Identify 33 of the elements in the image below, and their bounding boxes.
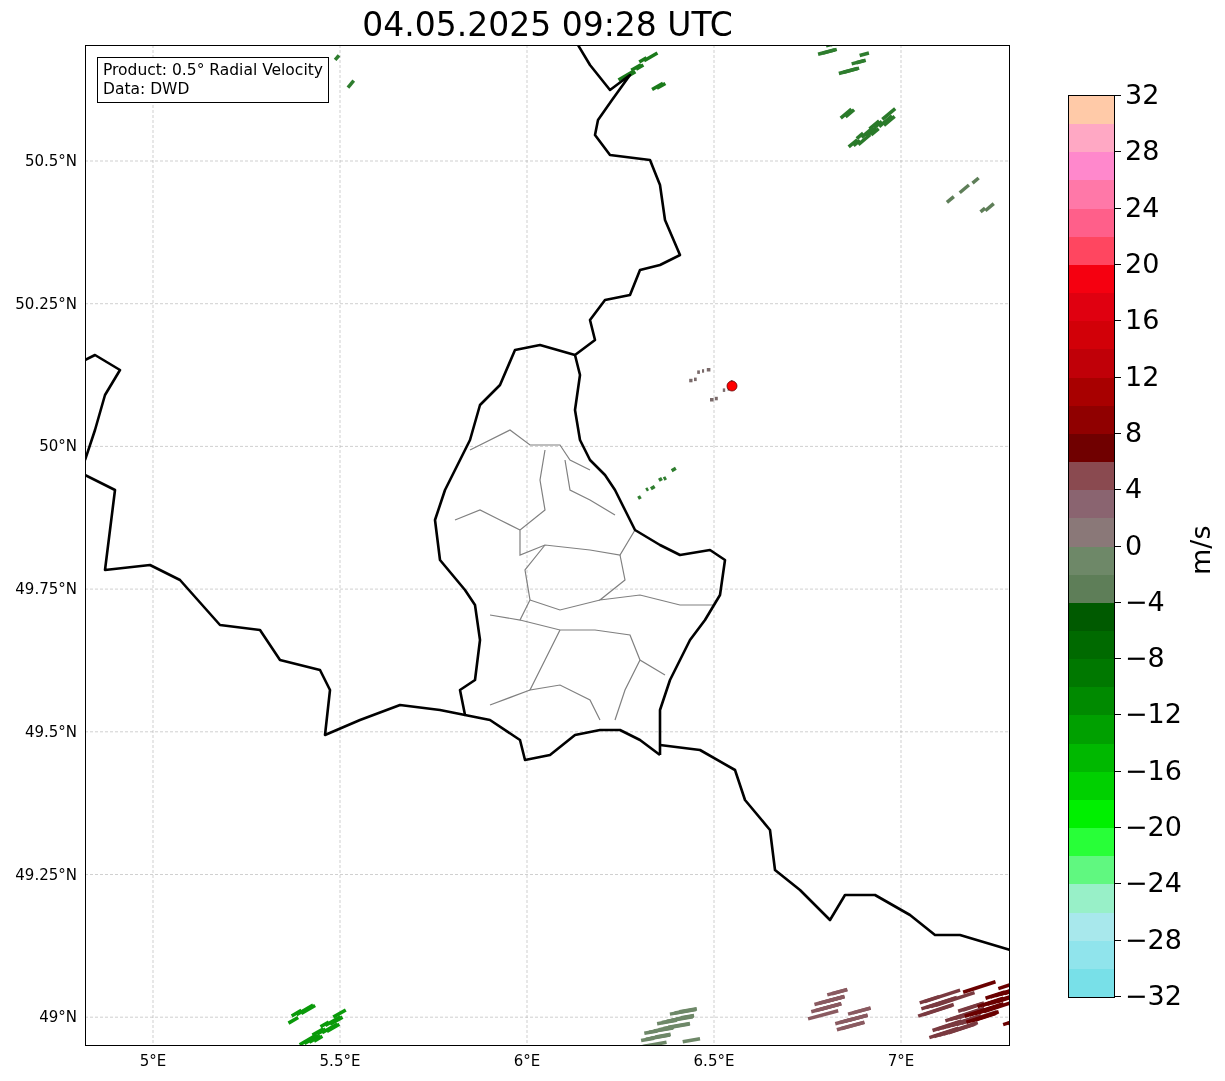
colorbar-label: −8 — [1115, 642, 1165, 675]
colorbar-label: 32 — [1115, 79, 1160, 111]
unit-label: m/s — [1185, 524, 1216, 575]
latitude-label: 50.25°N — [15, 294, 77, 313]
legend-text: Data: DWD — [103, 80, 191, 99]
chart-title: 04.05.2025 09:28 UTC — [362, 6, 733, 45]
latitude-label: 49°N — [39, 1008, 77, 1027]
longitude-label: 7°E — [887, 1052, 915, 1070]
colorbar-label: −12 — [1115, 698, 1182, 731]
colorbar-label: −4 — [1115, 585, 1165, 618]
latitude-label: 50°N — [39, 437, 77, 456]
colorbar-label: 0 — [1115, 529, 1143, 562]
legend-text: Product: 0.5° Radial Velocity — [103, 61, 323, 80]
colorbar-label: 8 — [1115, 416, 1143, 449]
colorbar-label: −24 — [1115, 867, 1182, 900]
longitude-label: 5.5°E — [319, 1052, 361, 1070]
latitude-label: 49.5°N — [24, 722, 77, 741]
latitude-label: 49.25°N — [15, 865, 77, 884]
longitude-label: 6°E — [513, 1052, 541, 1070]
colorbar-label: 20 — [1115, 247, 1160, 280]
longitude-label: 5°E — [139, 1052, 167, 1070]
colorbar-label: −28 — [1115, 923, 1182, 956]
latitude-label: 49.75°N — [15, 580, 77, 599]
colorbar-label: −16 — [1115, 754, 1182, 787]
colorbar-label: 4 — [1115, 473, 1143, 506]
colorbar-label: 24 — [1115, 191, 1160, 224]
longitude-label: 6.5°E — [693, 1052, 735, 1070]
colorbar-label: 28 — [1115, 135, 1160, 168]
latitude-label: 50.5°N — [24, 152, 77, 170]
colorbar-label: −32 — [1115, 980, 1182, 1012]
colorbar-label: 12 — [1115, 360, 1160, 393]
colorbar-label: −20 — [1115, 811, 1182, 844]
colorbar-label: 16 — [1115, 304, 1160, 337]
